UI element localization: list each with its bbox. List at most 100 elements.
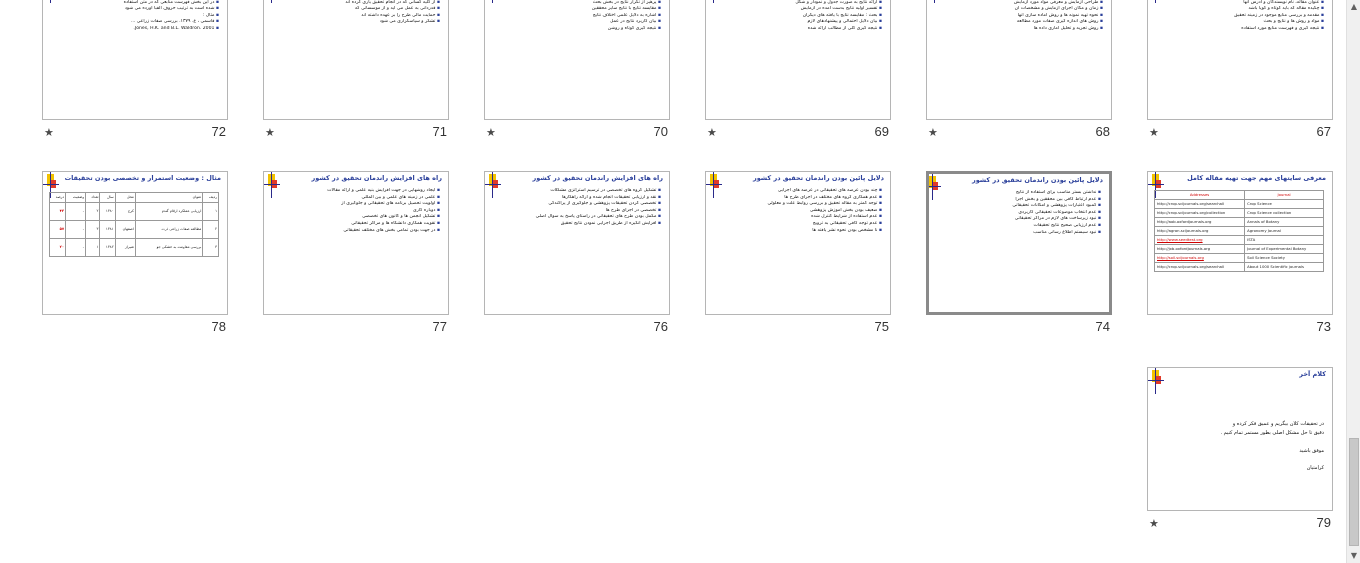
slide-thumbnail[interactable]: ساختار مقالات و پایان نامهنتایج : این بخ… — [705, 0, 891, 120]
slide-body: در تحقیقات کلان بیگریم و عمیق فکر کرده و… — [1154, 420, 1324, 500]
slide-number: 72 — [211, 124, 226, 139]
slide-text-line: عدم ارتباط کافی بین محققین و بخش اجرا — [935, 197, 1101, 204]
slide-thumbnail[interactable]: ساختار مقالات و پایان نامهقسمت های اصلی … — [1147, 0, 1333, 120]
slide-thumbnail[interactable]: دلایل پائین بودن راندمان تحقیق در کشور چن… — [705, 171, 891, 315]
slide-number: 70 — [653, 124, 668, 139]
scroll-up-arrow-icon[interactable]: ▲ — [1347, 0, 1360, 14]
slide-corner-decoration — [1148, 368, 1164, 394]
slide-text-line: عدم استفاده از شرایط کنترل شده — [712, 214, 882, 221]
star-icon[interactable]: ★ — [44, 127, 54, 138]
table-cell: ۵۷ — [48, 220, 67, 239]
slide-number: 73 — [1316, 319, 1331, 334]
table-row: ۱ ارزیابی عملکرد ارقام گندم کرج ۱۳۸۰ ۲-۴۳ — [48, 202, 219, 221]
slide-number: 79 — [1316, 515, 1331, 530]
slide-thumbnail[interactable]: مثال : وضعیت استمرار و تخصصی بودن تحقیقا… — [42, 171, 228, 315]
table-cell: http://agron.scijournals.org — [1153, 226, 1246, 236]
star-icon[interactable]: ★ — [1149, 127, 1159, 138]
slide-text-line: علمی در زمینه های علمی و بین المللی — [270, 195, 440, 202]
table-row: Journal of Experimental Botany http://jxb… — [1153, 244, 1324, 254]
star-icon[interactable]: ★ — [928, 127, 938, 138]
slide-number: 71 — [432, 124, 447, 139]
table-row: Crop Science http://crop.scijournals.org/… — [1153, 199, 1324, 209]
star-icon[interactable]: ★ — [265, 127, 275, 138]
table-cell: http://soil.scijournals.org — [1153, 253, 1246, 263]
table-header-cell: عنوان — [134, 192, 204, 203]
slide-thumbnail[interactable]: ساختار مقالات و پایان نامهنکات مهم در نگ… — [484, 0, 670, 120]
table-cell: مطالعه صفات زراعی ذرت — [134, 220, 204, 239]
slide-number: 68 — [1095, 124, 1110, 139]
slide-number: 75 — [874, 319, 889, 334]
slide-number: 78 — [211, 319, 226, 334]
slide-text-line: نحوه تهیه نمونه ها و روش آماده سازی آنها — [933, 13, 1103, 20]
slide-body: تشکر و قدردانیاز کلیه کسانی که در انجام … — [270, 0, 440, 109]
table-cell: ۴۳ — [48, 202, 67, 221]
slide-thumbnail[interactable]: ساختار مقالات و پایان نامهمنابع مورد است… — [42, 0, 228, 120]
slide-thumbnail[interactable]: راه های افزایش راندمان تحقیق در کشور تشکی… — [484, 171, 670, 315]
scroll-thumb[interactable] — [1349, 438, 1359, 546]
slide-text-line: اشاره به دلایل علمی اختلاف نتایج — [491, 13, 661, 20]
slide-body: ایجاد روشهایی در جهت افزایش بنیه علمی و … — [270, 188, 440, 304]
slide-title: راه های افزایش راندمان تحقیق در کشور — [311, 174, 442, 182]
table-row: Agronomy Journal http://agron.scijournals… — [1153, 226, 1324, 236]
slide-thumbnail[interactable]: ساختار مقالات و پایان نامهمواد و روشها :… — [926, 0, 1112, 120]
slide-text-line: در جهت بودن تمامی بخش های مختلف تحقیقاتی — [270, 228, 440, 235]
table-cell: Annals of Botany — [1244, 217, 1324, 227]
slide-text-line: زمان و مکان اجرای آزمایش و مشخصات آن — [933, 6, 1103, 13]
slide-text-line: نبود زیرساخت های لازم در مراکز تحقیقاتی — [935, 216, 1101, 223]
slide-text-line: تشکیل انجمن ها و کانون های تخصصی — [270, 214, 440, 221]
slide-body: نتایج : این بخش شامل یافته های حاصل می ب… — [712, 0, 882, 109]
slide-text-line: مثال : — [49, 13, 219, 20]
journal-links-table: Journal Addresses Crop Science http://crop.… — [1153, 190, 1324, 272]
table-cell: کرج — [114, 202, 136, 221]
slide-text-line: مقایسه نتایج با نتایج سایر محققین — [491, 6, 661, 13]
table-cell: بررسی مقاومت به خشکی جو — [134, 238, 204, 257]
table-cell: ۲۰ — [48, 238, 67, 257]
table-cell: ۱۳۸۲ — [99, 238, 116, 257]
slide-number: 77 — [432, 319, 447, 334]
star-icon[interactable]: ★ — [1149, 518, 1159, 529]
table-row: ۳ بررسی مقاومت به خشکی جو شیراز ۱۳۸۲ ۱-۲۰ — [48, 238, 219, 257]
slide-text-line: دوباره کاری — [270, 208, 440, 215]
table-header-cell: تعداد — [84, 192, 101, 203]
slide-body: قسمت های اصلی یک مقاله و پایان نامه عبار… — [1154, 0, 1324, 109]
table-cell: ارزیابی عملکرد ارقام گندم — [134, 202, 204, 221]
table-row: ISTA http://www.seedtest.org — [1153, 235, 1324, 245]
slide-text-line: حمایت مالی طرح را بر عهده داشته اند — [270, 13, 440, 20]
slide-text-line: مکمل بودن طرح های تحقیقاتی در راستای پاس… — [491, 214, 661, 221]
scroll-down-arrow-icon[interactable]: ▼ — [1347, 549, 1360, 563]
table-cell: ۳ — [202, 238, 219, 257]
table-cell: - — [65, 238, 87, 257]
slide-text-line: نتیجه گیری و فهرست منابع مورد استفاده — [1154, 26, 1324, 33]
slide-thumbnail[interactable]: معرفی سایتهای مهم جهت تهیه مقاله کامل Jou… — [1147, 171, 1333, 315]
slide-signature-line: موفق باشید — [1299, 448, 1324, 454]
slide-sorter-view: ساختار مقالات و پایان نامهقسمت های اصلی … — [0, 0, 1346, 563]
slide-text-line: تفسیر اولیه نتایج بدست آمده در آزمایش — [712, 6, 882, 13]
slide-thumbnail[interactable]: دلایل پائین بودن راندمان تحقیق در کشور ند… — [926, 171, 1112, 315]
slide-text-line: نتیجه گیری کلی از مطالب ارائه شده — [712, 26, 882, 33]
slide-thumbnail[interactable]: کلام آخر در تحقیقات کلان بیگریم و عمیق فک… — [1147, 367, 1333, 511]
slide-text-line: توجه کمتر به مقاله تحقیق و بررسی روابط ع… — [712, 201, 882, 208]
slide-thumbnail[interactable]: راه های افزایش راندمان تحقیق در کشور ایجا… — [263, 171, 449, 315]
table-header-row: ردیف عنوان محل سال تعداد وضعیت درصد — [48, 192, 219, 203]
table-cell: ۱ — [84, 238, 101, 257]
star-icon[interactable]: ★ — [707, 127, 717, 138]
slide-signature-line: کرامتیان — [1306, 464, 1324, 471]
table-cell: Crop Science collection — [1244, 208, 1324, 218]
slide-thumbnail[interactable]: ساختار مقالات و پایان نامهتشکر و قدردانی… — [263, 0, 449, 120]
star-icon[interactable]: ★ — [486, 127, 496, 138]
slide-text-line: نقد و ارزیابی تحقیقات انجام شده و ارائه … — [491, 195, 661, 202]
slide-text-line: مقدمه و بررسی منابع موجود در زمینه تحقیق — [1154, 13, 1324, 20]
table-header-cell: Journal — [1244, 190, 1324, 200]
table-cell: - — [65, 202, 87, 221]
slide-number: 69 — [874, 124, 889, 139]
slide-text-line: تشکیل گروه های تخصصی در ترسیم استراتژی م… — [491, 188, 661, 195]
table-cell: ۱ — [202, 202, 219, 221]
slide-text-line: عدم ارزیابی صحیح نتایج تحقیقات — [935, 223, 1101, 230]
table-cell: ISTA — [1244, 235, 1324, 245]
slide-body: تشکیل گروه های تخصصی در ترسیم استراتژی م… — [491, 188, 661, 304]
slide-title: معرفی سایتهای مهم جهت تهیه مقاله کامل — [1187, 174, 1326, 182]
vertical-scrollbar[interactable]: ▲ ▼ — [1346, 0, 1360, 563]
slide-text-line: عدم توجه کافی تحقیقاتی به ترویج — [712, 221, 882, 228]
slide-text-line: قاسمی ، ع. ۱۳۷۹. بررسی صفات زراعی ... — [49, 19, 219, 26]
table-header-cell: درصد — [48, 192, 67, 203]
